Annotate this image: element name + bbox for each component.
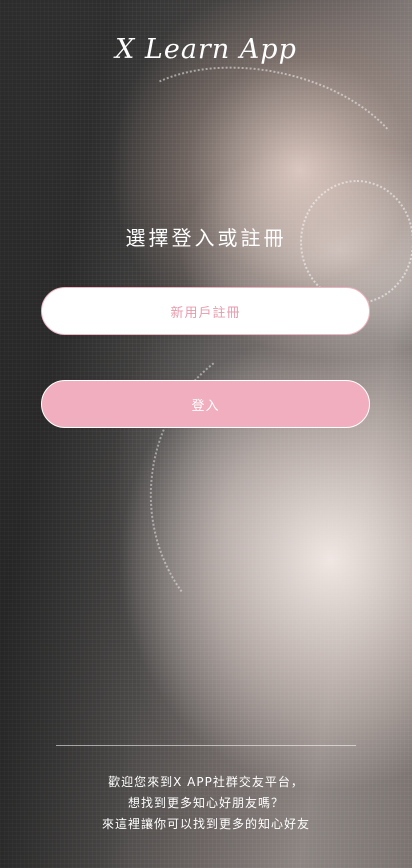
welcome-message: 歡迎您來到X APP社群交友平台， 想找到更多知心好朋友嗎？ 來這裡讓你可以找到… bbox=[0, 772, 412, 835]
welcome-line: 想找到更多知心好朋友嗎？ bbox=[127, 796, 284, 810]
background-lace-detail bbox=[128, 310, 412, 674]
login-button[interactable]: 登入 bbox=[41, 380, 370, 428]
page-heading: 選擇登入或註冊 bbox=[125, 226, 287, 250]
register-button[interactable]: 新用戶註冊 bbox=[41, 287, 370, 335]
welcome-line: 來這裡讓你可以找到更多的知心好友 bbox=[101, 817, 310, 831]
background-shadow bbox=[0, 0, 130, 868]
app-title: X Learn App bbox=[115, 34, 297, 65]
footer-divider bbox=[56, 745, 356, 746]
login-button-label: 登入 bbox=[191, 398, 220, 414]
welcome-line: 歡迎您來到X APP社群交友平台， bbox=[108, 775, 304, 789]
login-screen: X Learn App 選擇登入或註冊 新用戶註冊 登入 歡迎您來到X APP社… bbox=[0, 0, 412, 868]
register-button-label: 新用戶註冊 bbox=[170, 305, 241, 321]
